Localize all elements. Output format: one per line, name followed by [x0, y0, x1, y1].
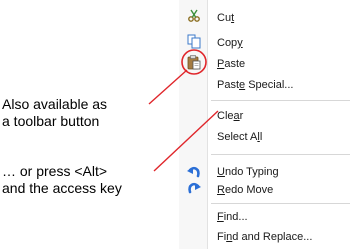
- annotation-line-access-key: [153, 110, 219, 172]
- annotation-line-toolbar: [148, 69, 188, 105]
- annotation-overlay: [148, 49, 219, 172]
